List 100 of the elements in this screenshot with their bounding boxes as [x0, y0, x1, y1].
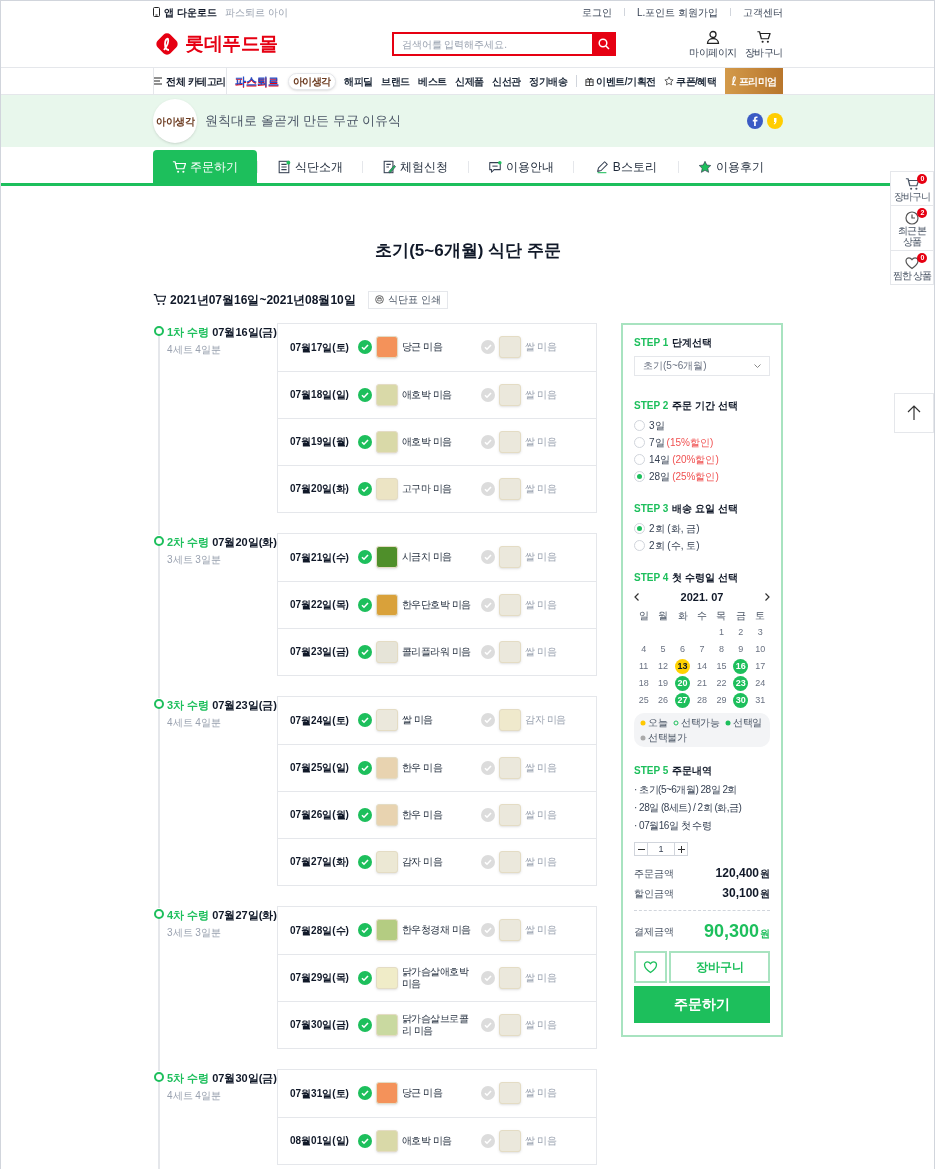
- category-button[interactable]: 전체 카테고리: [153, 68, 227, 94]
- unchecked-icon[interactable]: [481, 970, 496, 985]
- increase-button[interactable]: [674, 842, 688, 856]
- radio-button[interactable]: [634, 522, 645, 534]
- unchecked-icon[interactable]: [481, 713, 496, 727]
- calendar-day[interactable]: 24: [752, 676, 768, 691]
- calendar-day[interactable]: 26: [655, 693, 671, 708]
- facebook-icon[interactable]: [747, 113, 763, 129]
- calendar-day[interactable]: 14: [694, 659, 710, 674]
- calendar-day[interactable]: 28: [694, 693, 710, 708]
- brand-link[interactable]: 파스퇴르 아이: [224, 4, 288, 20]
- checked-icon[interactable]: [357, 923, 372, 937]
- decrease-button[interactable]: [634, 842, 648, 856]
- calendar-day[interactable]: 4: [636, 642, 652, 657]
- checked-icon[interactable]: [357, 597, 372, 612]
- unchecked-icon[interactable]: [481, 644, 496, 659]
- search-button[interactable]: [591, 32, 616, 56]
- unchecked-icon[interactable]: [481, 481, 496, 496]
- calendar-day[interactable]: 7: [694, 642, 710, 657]
- chevron-left-icon[interactable]: [634, 592, 639, 601]
- calendar-day[interactable]: 5: [655, 642, 671, 657]
- search-field[interactable]: 검색어를 입력해주세요.: [391, 32, 592, 56]
- mypage-link[interactable]: 마이페이지: [689, 30, 737, 58]
- calendar-day[interactable]: 29: [713, 693, 729, 708]
- checked-icon[interactable]: [357, 1133, 372, 1148]
- checked-icon[interactable]: [357, 713, 372, 727]
- logo-text[interactable]: 롯데푸드몰: [185, 29, 278, 59]
- calendar-day[interactable]: 2: [733, 625, 749, 640]
- calendar-day[interactable]: 18: [636, 676, 652, 691]
- calendar-day[interactable]: 19: [655, 676, 671, 691]
- tab[interactable]: 체험신청: [363, 150, 468, 183]
- unchecked-icon[interactable]: [481, 760, 496, 775]
- radio-option[interactable]: 2회 (수, 토): [634, 536, 770, 554]
- stage-select[interactable]: 초기(5~6개월): [634, 355, 770, 376]
- app-download-link[interactable]: 앱 다운로드: [164, 4, 217, 20]
- calendar-day[interactable]: 21: [694, 676, 710, 691]
- checked-icon[interactable]: [357, 434, 372, 449]
- calendar-day[interactable]: 8: [713, 642, 729, 657]
- unchecked-icon[interactable]: [481, 1086, 496, 1100]
- tab[interactable]: 이용안내: [468, 150, 573, 183]
- calendar-day[interactable]: 31: [752, 693, 768, 708]
- calendar-day[interactable]: 25: [636, 693, 652, 708]
- checked-icon[interactable]: [357, 340, 372, 354]
- calendar-day[interactable]: 1: [713, 625, 729, 640]
- calendar-day[interactable]: 11: [636, 659, 652, 674]
- calendar-day[interactable]: 12: [655, 659, 671, 674]
- checked-icon[interactable]: [357, 970, 372, 985]
- cart-link[interactable]: 장바구니: [745, 30, 783, 58]
- radio-option[interactable]: 14일 (20%할인): [634, 450, 770, 468]
- checked-icon[interactable]: [357, 387, 372, 402]
- checked-icon[interactable]: [357, 481, 372, 496]
- radio-option[interactable]: 28일 (25%할인): [634, 467, 770, 485]
- calendar-day[interactable]: 15: [713, 659, 729, 674]
- chevron-right-icon[interactable]: [765, 592, 770, 601]
- brand-link[interactable]: 아이생각: [287, 72, 336, 90]
- top-link[interactable]: L.포인트 회원가입: [636, 4, 718, 20]
- nav-link[interactable]: 브랜드: [381, 73, 410, 89]
- unchecked-icon[interactable]: [481, 434, 496, 449]
- nav-link[interactable]: 쿠폰/혜택: [664, 73, 717, 89]
- scroll-top-button[interactable]: [894, 393, 934, 433]
- radio-button[interactable]: [634, 453, 645, 465]
- calendar-day[interactable]: 13: [675, 659, 691, 674]
- unchecked-icon[interactable]: [481, 597, 496, 612]
- radio-button[interactable]: [634, 539, 645, 551]
- unchecked-icon[interactable]: [481, 854, 496, 869]
- checked-icon[interactable]: [357, 1086, 372, 1100]
- checked-icon[interactable]: [357, 760, 372, 775]
- print-button[interactable]: 식단표 인쇄: [367, 290, 448, 309]
- quantity-field[interactable]: 1: [648, 842, 674, 856]
- checked-icon[interactable]: [357, 550, 372, 564]
- checked-icon[interactable]: [357, 807, 372, 822]
- unchecked-icon[interactable]: [481, 387, 496, 402]
- nav-link[interactable]: 해피딜: [344, 73, 373, 89]
- unchecked-icon[interactable]: [481, 550, 496, 564]
- unchecked-icon[interactable]: [481, 807, 496, 822]
- checked-icon[interactable]: [357, 854, 372, 869]
- nav-link[interactable]: 정기배송: [529, 73, 568, 89]
- radio-option[interactable]: 2회 (화, 금): [634, 519, 770, 537]
- calendar-day[interactable]: 17: [752, 659, 768, 674]
- premium-button[interactable]: 프리미엄: [724, 68, 783, 94]
- top-link[interactable]: 고객센터: [743, 4, 783, 20]
- wishlist-button[interactable]: [634, 951, 667, 983]
- calendar-day[interactable]: 6: [675, 642, 691, 657]
- checked-icon[interactable]: [357, 1017, 372, 1032]
- unchecked-icon[interactable]: [481, 923, 496, 937]
- tab[interactable]: 식단소개: [258, 150, 363, 183]
- radio-button[interactable]: [634, 419, 645, 431]
- unchecked-icon[interactable]: [481, 340, 496, 354]
- tab[interactable]: 이용후기: [678, 150, 784, 183]
- nav-link[interactable]: 신선관: [492, 73, 521, 89]
- unchecked-icon[interactable]: [481, 1017, 496, 1032]
- nav-link[interactable]: 신제품: [455, 73, 484, 89]
- nav-link[interactable]: 이벤트/기획전: [585, 73, 656, 89]
- calendar-day[interactable]: 22: [713, 676, 729, 691]
- calendar-day[interactable]: 10: [752, 642, 768, 657]
- radio-option[interactable]: 3일: [634, 416, 770, 434]
- unchecked-icon[interactable]: [481, 1133, 496, 1148]
- radio-option[interactable]: 7일 (15%할인): [634, 433, 770, 451]
- calendar-day[interactable]: 3: [752, 625, 768, 640]
- brand-link[interactable]: 파스퇴르: [235, 72, 280, 90]
